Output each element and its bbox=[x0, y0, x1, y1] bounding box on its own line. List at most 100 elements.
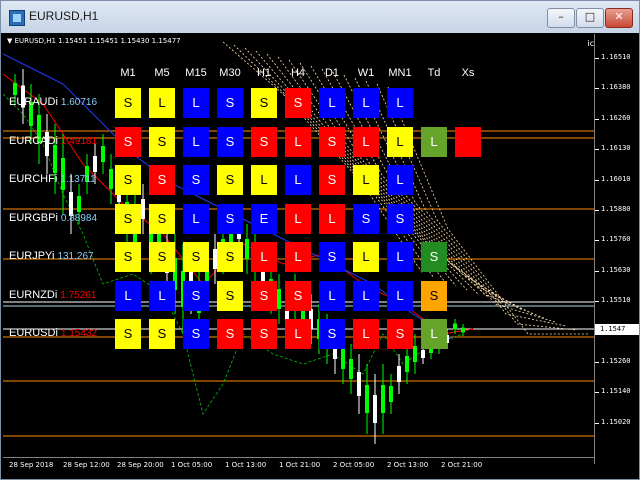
terminal-window: EURUSD,H1 – □ ✕ ▼ EURUSD,H1 1.15451 1.15… bbox=[0, 0, 640, 480]
chart-window-icon bbox=[9, 10, 25, 26]
signal-cell: S bbox=[115, 88, 141, 118]
price-tick bbox=[595, 270, 599, 272]
signal-cell: S bbox=[149, 319, 175, 349]
candle-body bbox=[453, 323, 457, 330]
signal-cell: L bbox=[421, 126, 447, 157]
price-label: 1.15510 bbox=[601, 296, 631, 305]
signal-cell: S bbox=[217, 280, 243, 311]
cloud-line bbox=[387, 86, 588, 335]
candle-body bbox=[405, 356, 409, 372]
price-label: 1.15880 bbox=[601, 205, 631, 213]
candle-body bbox=[341, 349, 345, 369]
signal-cell: S bbox=[183, 280, 209, 311]
signal-cell: S bbox=[149, 203, 175, 234]
signal-cell: L bbox=[353, 126, 379, 157]
signal-cell: S bbox=[319, 126, 345, 157]
price-label: 1.15020 bbox=[601, 417, 631, 426]
time-label: 1 Oct 13:00 bbox=[225, 461, 267, 469]
candle-body bbox=[349, 359, 353, 379]
pair-name: EURNZDi bbox=[9, 288, 58, 301]
candle-body bbox=[101, 146, 105, 162]
signal-cell: L bbox=[251, 242, 277, 272]
time-label: 28 Sep 2018 bbox=[9, 461, 54, 469]
signal-cell bbox=[455, 126, 481, 157]
price-tick bbox=[595, 118, 599, 120]
pair-label: EURCADi 1.49181 bbox=[9, 135, 97, 147]
signal-cell: L bbox=[387, 242, 413, 272]
price-label: 1.16380 bbox=[601, 83, 631, 92]
window-title: EURUSD,H1 bbox=[29, 9, 99, 23]
price-label: 1.16130 bbox=[601, 144, 631, 153]
pair-name: EURAUDi bbox=[9, 96, 58, 108]
pair-price: 131.267 bbox=[57, 251, 94, 262]
price-label: 1.15260 bbox=[601, 357, 631, 365]
signal-cell: L bbox=[387, 126, 413, 157]
signal-cell: L bbox=[183, 88, 209, 118]
time-axis[interactable]: 28 Sep 2018 28 Sep 12:00 28 Sep 20:00 1 Oct… bbox=[3, 457, 595, 479]
signal-cell: L bbox=[285, 126, 311, 157]
signal-cell: S bbox=[115, 203, 141, 234]
signal-cell: S bbox=[217, 319, 243, 349]
signal-cell: L bbox=[353, 319, 379, 349]
close-button[interactable]: ✕ bbox=[605, 8, 633, 28]
cloud-line bbox=[354, 77, 556, 323]
signal-cell: S bbox=[353, 203, 379, 234]
timeframe-header: H1 bbox=[256, 67, 272, 79]
pair-label: EURUSDi 1.15432 bbox=[9, 327, 97, 339]
signal-cell: S bbox=[217, 88, 243, 118]
symbol-info: ▼ EURUSD,H1 1.15451 1.15451 1.15430 1.15… bbox=[7, 37, 181, 45]
signal-cell: S bbox=[421, 242, 447, 272]
price-tick bbox=[595, 301, 599, 303]
candle-body bbox=[381, 385, 385, 413]
signal-cell: L bbox=[421, 319, 447, 349]
candle-body bbox=[277, 289, 281, 309]
price-label: 1.15760 bbox=[601, 235, 631, 244]
minimize-button[interactable]: – bbox=[547, 8, 575, 28]
signal-cell: L bbox=[319, 203, 345, 234]
time-label: 1 Oct 05:00 bbox=[171, 461, 213, 469]
signal-cell: L bbox=[319, 88, 345, 118]
candle-body bbox=[397, 366, 401, 382]
signal-cell: L bbox=[285, 242, 311, 272]
timeframe-header: M1 bbox=[120, 67, 136, 79]
candle-body bbox=[461, 327, 465, 333]
signal-cell: S bbox=[387, 203, 413, 234]
price-tick bbox=[595, 210, 599, 211]
signal-cell: S bbox=[421, 280, 447, 311]
price-label: 1.16010 bbox=[601, 174, 631, 183]
time-label: 2 Oct 13:00 bbox=[387, 461, 429, 469]
signal-cell: S bbox=[319, 242, 345, 272]
signal-cell: L bbox=[183, 203, 209, 234]
signal-cell: L bbox=[353, 88, 379, 118]
price-scale[interactable]: 1.16510 1.16380 1.16260 1.16130 1.16010 1.158… bbox=[594, 34, 639, 464]
signal-cell: S bbox=[319, 319, 345, 349]
signal-cell: S bbox=[149, 126, 175, 157]
candle-body bbox=[421, 350, 425, 358]
pair-name: EURJPYi bbox=[9, 250, 55, 262]
pair-price: 1.49181 bbox=[60, 135, 98, 147]
maximize-button[interactable]: □ bbox=[576, 8, 604, 28]
pair-label: EURNZDi 1.75261 bbox=[9, 289, 96, 301]
candle-body bbox=[245, 239, 249, 259]
signal-cell: S bbox=[115, 126, 141, 157]
pair-price: 1.75261 bbox=[60, 289, 97, 301]
candle-body bbox=[357, 372, 361, 396]
timeframe-header: MN1 bbox=[388, 67, 412, 79]
signal-cell: S bbox=[115, 242, 141, 272]
price-label: 1.16510 bbox=[601, 53, 631, 61]
signal-cell: L bbox=[115, 280, 141, 311]
price-label: 1.16260 bbox=[601, 113, 631, 122]
timeframe-header: D1 bbox=[324, 67, 340, 79]
price-chart[interactable]: ▼ EURUSD,H1 1.15451 1.15451 1.15430 1.15… bbox=[3, 34, 639, 479]
title-bar[interactable]: EURUSD,H1 – □ ✕ bbox=[1, 1, 639, 33]
candle-body bbox=[53, 145, 57, 173]
candle-body bbox=[389, 386, 393, 402]
pair-price: 1.13711 bbox=[60, 174, 96, 185]
signal-cell: S bbox=[183, 165, 209, 195]
signal-cell: E bbox=[251, 203, 277, 234]
pair-label: EURCHFi 1.13711 bbox=[9, 173, 96, 185]
signal-cell: S bbox=[251, 280, 277, 311]
signal-cell: L bbox=[387, 280, 413, 311]
pair-label: EURGBPi 0.88984 bbox=[9, 212, 97, 224]
signal-cell: L bbox=[387, 165, 413, 195]
